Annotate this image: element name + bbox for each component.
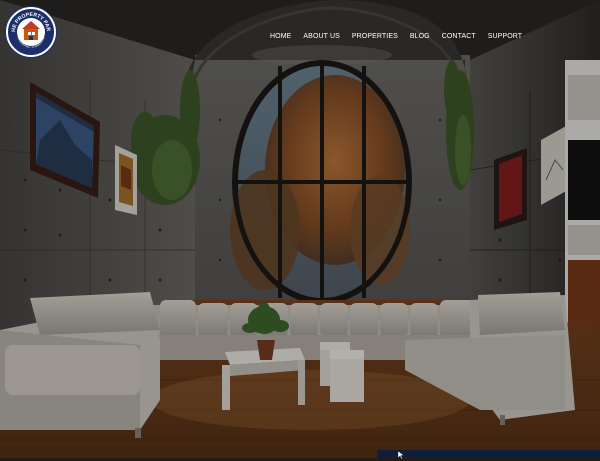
- cursor-icon: [397, 450, 405, 460]
- nav-about-us[interactable]: ABOUT US: [303, 33, 339, 40]
- brand-logo[interactable]: THE PROPERTY PARK • RESIDENTIAL • COMMER…: [6, 7, 56, 57]
- main-navigation: HOME ABOUT US PROPERTIES BLOG CONTACT SU…: [270, 33, 522, 40]
- bottom-bar[interactable]: [377, 450, 600, 458]
- small-left-painting: [115, 145, 137, 215]
- hero-room-illustration: [0, 0, 600, 458]
- right-wall-painting: [494, 148, 527, 230]
- nav-properties[interactable]: PROPERTIES: [352, 33, 398, 40]
- hero-banner: [0, 0, 600, 458]
- nav-support[interactable]: SUPPORT: [488, 33, 522, 40]
- house-logo-icon: THE PROPERTY PARK • RESIDENTIAL • COMMER…: [8, 9, 52, 53]
- nav-home[interactable]: HOME: [270, 33, 291, 40]
- nav-contact[interactable]: CONTACT: [442, 33, 476, 40]
- nav-blog[interactable]: BLOG: [410, 33, 430, 40]
